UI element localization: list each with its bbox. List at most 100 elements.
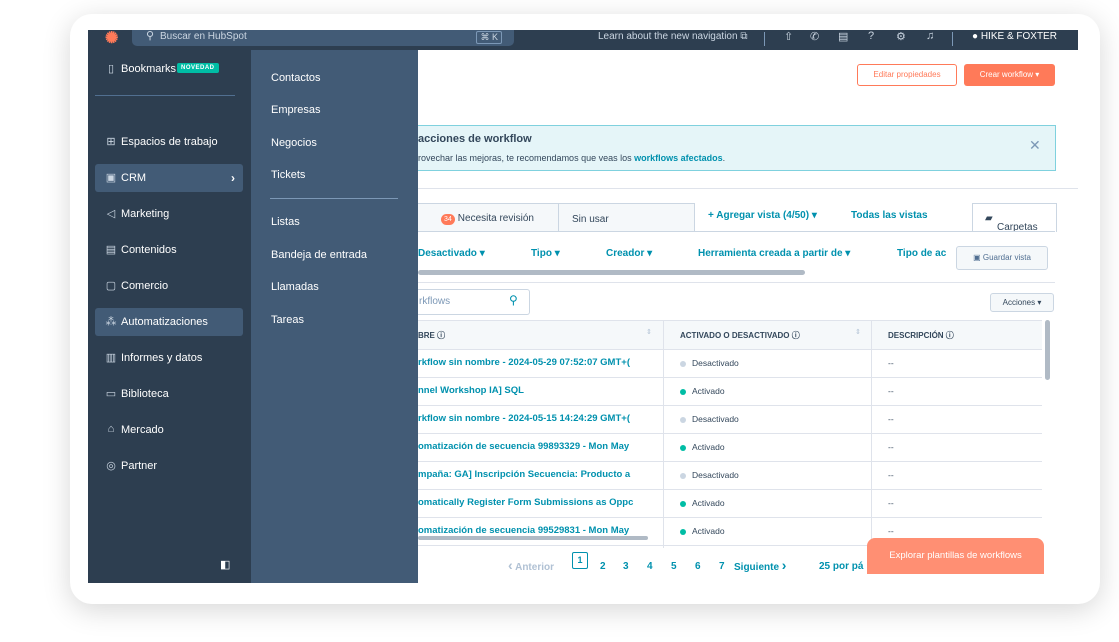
page-2[interactable]: 2: [600, 561, 606, 572]
global-search[interactable]: ⚲ Buscar en HubSpot ⌘ K: [132, 30, 514, 46]
hubspot-logo-icon[interactable]: ✺: [105, 30, 118, 48]
table-row[interactable]: nnel Workshop IA] SQL Activado --: [418, 377, 1042, 406]
column-name-label: BRE: [418, 331, 435, 340]
workflow-name-link[interactable]: mpaña: GA] Inscripción Secuencia: Produc…: [418, 469, 648, 480]
tab-needs-review-label: Necesita revisión: [457, 213, 534, 224]
nav-item-biblioteca[interactable]: ▭ Biblioteca: [95, 380, 243, 408]
status-cell: Desactivado: [680, 358, 739, 368]
nav-item-partner[interactable]: ◎ Partner: [95, 452, 243, 480]
upgrade-icon[interactable]: ⇧: [784, 30, 793, 43]
divider: [764, 32, 765, 46]
flyout-item-bandeja[interactable]: Bandeja de entrada: [271, 249, 367, 261]
settings-gear-icon[interactable]: ⚙: [896, 30, 906, 43]
nav-item-informes[interactable]: ▥ Informes y datos: [95, 344, 243, 372]
collapse-sidebar-icon[interactable]: ◧: [220, 558, 230, 571]
affected-workflows-link[interactable]: workflows afectados: [634, 153, 723, 163]
pagination-next[interactable]: Siguiente ›: [734, 557, 786, 573]
filter-action-type[interactable]: Tipo de ac: [897, 248, 950, 259]
page-1[interactable]: 1: [572, 552, 588, 569]
nav-item-marketing[interactable]: ◁ Marketing: [95, 200, 243, 228]
save-view-button[interactable]: ▣ Guardar vista: [956, 246, 1048, 270]
status-label: Activado: [692, 442, 725, 452]
add-view-button[interactable]: + Agregar vista (4/50) ▾: [708, 210, 817, 221]
tab-needs-review[interactable]: 34 Necesita revisión: [441, 213, 534, 225]
store-icon: ⌂: [107, 423, 115, 435]
phone-icon[interactable]: ✆: [810, 30, 819, 43]
column-status-header[interactable]: ACTIVADO O DESACTIVADO ⓘ: [680, 330, 800, 341]
flyout-item-empresas[interactable]: Empresas: [271, 104, 321, 116]
table-row[interactable]: mpaña: GA] Inscripción Secuencia: Produc…: [418, 461, 1042, 490]
nav-item-comercio[interactable]: ▢ Comercio: [95, 272, 243, 300]
edit-properties-button[interactable]: Editar propiedades: [857, 64, 957, 86]
notifications-bell-icon[interactable]: ♫: [926, 30, 934, 42]
page-3[interactable]: 3: [623, 561, 629, 572]
workflow-name-link[interactable]: omatización de secuencia 99893329 - Mon …: [418, 441, 648, 452]
table-horizontal-scrollbar[interactable]: [418, 536, 648, 540]
folder-icon: ▭: [105, 388, 117, 400]
learn-navigation-link[interactable]: Learn about the new navigation ⧉: [598, 31, 747, 42]
tab-unused[interactable]: Sin usar: [572, 214, 609, 225]
description-cell: --: [888, 470, 894, 480]
nav-item-crm[interactable]: ▣ CRM ›: [95, 164, 243, 192]
grid-icon: ⊞: [106, 136, 116, 148]
nav-item-contenidos[interactable]: ▤ Contenidos: [95, 236, 243, 264]
flyout-item-contactos[interactable]: Contactos: [271, 72, 321, 84]
status-label: Activado: [692, 386, 725, 396]
table-row[interactable]: omatización de secuencia 99893329 - Mon …: [418, 433, 1042, 462]
table-vertical-scrollbar[interactable]: [1045, 320, 1050, 380]
close-icon[interactable]: ✕: [1029, 137, 1041, 154]
page-7[interactable]: 7: [719, 561, 725, 572]
filter-scrollbar[interactable]: [418, 270, 805, 275]
workflow-name-link[interactable]: omatically Register Form Submissions as …: [418, 497, 648, 508]
workflow-name-link[interactable]: rkflow sin nombre - 2024-05-29 07:52:07 …: [418, 357, 648, 368]
create-workflow-button[interactable]: Crear workflow ▾: [964, 64, 1055, 86]
page-5[interactable]: 5: [671, 561, 677, 572]
nav-item-mercado[interactable]: ⌂ Mercado: [95, 416, 243, 444]
banner-title: acciones de workflow: [418, 133, 532, 145]
per-page-select[interactable]: 25 por pá: [819, 561, 863, 572]
page-4[interactable]: 4: [647, 561, 653, 572]
flyout-item-negocios[interactable]: Negocios: [271, 137, 317, 149]
bookmark-icon: ▯: [107, 63, 115, 75]
tab-baseline: [418, 231, 1055, 232]
banner-body-suffix: .: [722, 153, 726, 163]
column-name-header[interactable]: BRE ⓘ: [418, 330, 445, 341]
filter-tool[interactable]: Herramienta creada a partir de ▾: [698, 248, 850, 259]
page-6[interactable]: 6: [695, 561, 701, 572]
flyout-item-llamadas[interactable]: Llamadas: [271, 281, 319, 293]
nav-item-automatizaciones[interactable]: ⁂ Automatizaciones: [95, 308, 243, 336]
nav-item-label: Comercio: [121, 280, 169, 292]
table-row[interactable]: omatically Register Form Submissions as …: [418, 489, 1042, 518]
column-description-header[interactable]: DESCRIPCIÓN ⓘ: [888, 330, 954, 341]
flyout-item-tareas[interactable]: Tareas: [271, 314, 304, 326]
sort-icon[interactable]: ⇕: [646, 328, 652, 336]
pagination-prev[interactable]: ‹ Anterior: [508, 557, 554, 573]
workflow-name-link[interactable]: omatización de secuencia 99529831 - Mon …: [418, 525, 648, 536]
account-menu[interactable]: ● HIKE & FOXTER: [972, 31, 1057, 42]
table-row[interactable]: rkflow sin nombre - 2024-05-15 14:24:29 …: [418, 405, 1042, 434]
filter-status[interactable]: Desactivado ▾: [418, 248, 485, 259]
actions-dropdown[interactable]: Acciones ▾: [990, 293, 1054, 312]
flyout-item-tickets[interactable]: Tickets: [271, 169, 305, 181]
workflow-name-link[interactable]: nnel Workshop IA] SQL: [418, 385, 648, 396]
crm-flyout-menu: Contactos Empresas Negocios Tickets List…: [251, 50, 418, 583]
filter-type[interactable]: Tipo ▾: [531, 248, 560, 259]
nav-item-label: Partner: [121, 460, 158, 472]
sort-icon[interactable]: ⇕: [855, 328, 861, 336]
marketplace-icon[interactable]: ▤: [838, 30, 848, 43]
nav-item-label: CRM: [121, 172, 147, 184]
table-row[interactable]: rkflow sin nombre - 2024-05-29 07:52:07 …: [418, 349, 1042, 378]
status-cell: Desactivado: [680, 470, 739, 480]
nav-bookmarks[interactable]: ▯ Bookmarks NOVEDAD: [95, 56, 243, 84]
status-dot-icon: [680, 388, 686, 395]
filter-creator[interactable]: Creador ▾: [606, 248, 652, 259]
all-views-link[interactable]: Todas las vistas: [851, 210, 928, 221]
explore-templates-button[interactable]: Explorar plantillas de workflows: [867, 538, 1044, 574]
nav-item-espacios[interactable]: ⊞ Espacios de trabajo: [95, 128, 243, 156]
folders-tab[interactable]: ▰ Carpetas: [972, 203, 1057, 233]
help-icon[interactable]: ?: [868, 30, 874, 42]
workflow-name-link[interactable]: rkflow sin nombre - 2024-05-15 14:24:29 …: [418, 413, 648, 424]
flyout-item-listas[interactable]: Listas: [271, 216, 300, 228]
section-divider: [418, 188, 1078, 189]
table-search-input[interactable]: rkflows ⚲: [418, 289, 530, 315]
